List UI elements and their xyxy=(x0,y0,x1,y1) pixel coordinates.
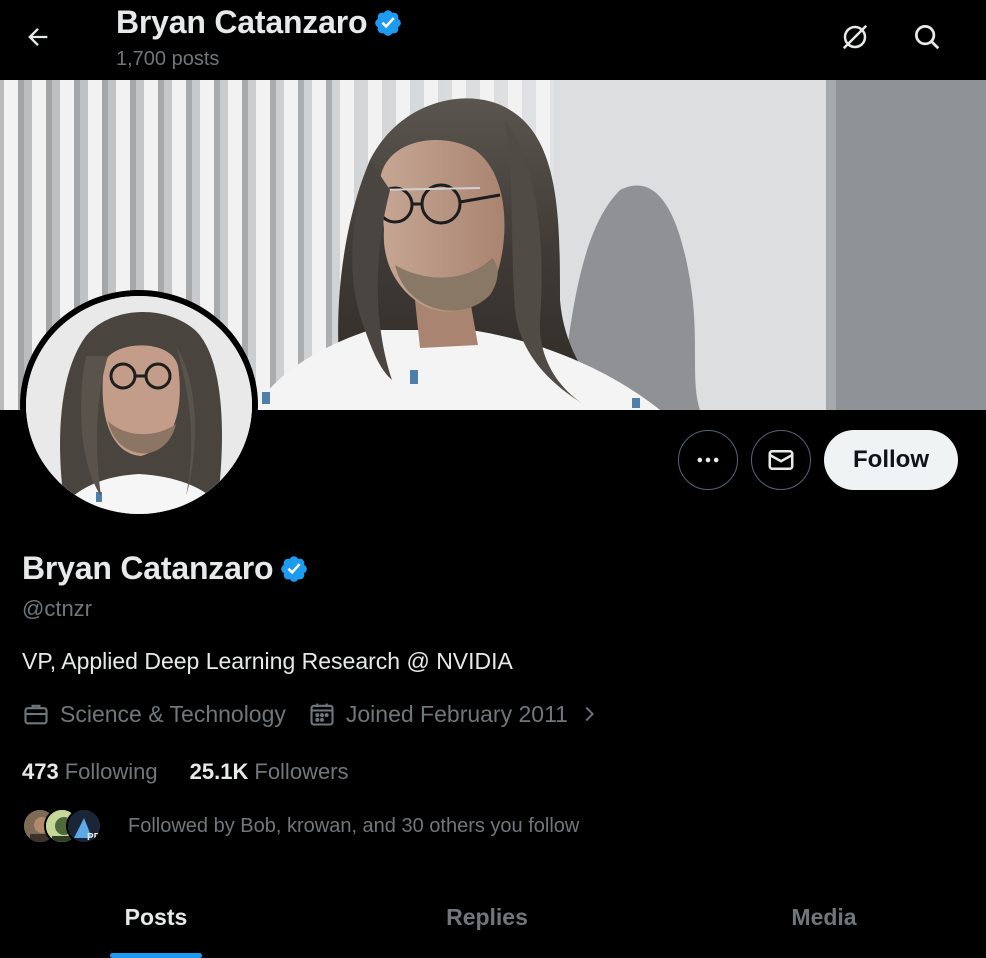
header-title-row: Bryan Catanzaro xyxy=(116,4,403,41)
followed-by-row[interactable]: PR Followed by Bob, krowan, and 30 other… xyxy=(22,808,579,844)
follower-avatar: PR xyxy=(66,808,102,844)
active-tab-indicator xyxy=(110,953,202,958)
header-post-count: 1,700 posts xyxy=(116,48,220,70)
more-options-button[interactable] xyxy=(678,430,738,490)
profile-avatar[interactable] xyxy=(20,290,258,520)
tab-label: Posts xyxy=(124,903,188,930)
tab-media[interactable]: Media xyxy=(662,876,986,958)
profile-name-row: Bryan Catanzaro xyxy=(22,550,309,587)
chevron-right-icon xyxy=(585,706,594,722)
follow-button[interactable]: Follow xyxy=(824,430,958,490)
tab-label: Media xyxy=(791,903,857,930)
more-dots-icon xyxy=(697,457,719,463)
briefcase-icon xyxy=(24,704,48,725)
search-icon xyxy=(915,25,940,50)
verified-badge-icon[interactable] xyxy=(279,554,309,584)
following-link[interactable]: 473 Following xyxy=(22,759,158,785)
tab-label: Replies xyxy=(446,903,528,930)
profile-tabs: Posts Replies Media xyxy=(0,876,986,958)
svg-text:PR: PR xyxy=(87,832,102,843)
envelope-icon xyxy=(768,450,794,470)
verified-badge-icon xyxy=(375,9,402,36)
joined-label: Joined February 2011 xyxy=(345,700,568,727)
followed-by-text: Followed by Bob, krowan, and 30 others y… xyxy=(128,814,580,837)
back-arrow-icon xyxy=(28,28,48,46)
message-button[interactable] xyxy=(751,430,811,490)
profile-name: Bryan Catanzaro xyxy=(22,550,274,586)
followers-link[interactable]: 25.1K Followers xyxy=(190,759,349,785)
top-bar: Bryan Catanzaro 1,700 posts xyxy=(0,0,986,80)
following-count: 473 xyxy=(22,759,59,784)
no-sparkle-icon xyxy=(842,24,868,50)
following-label: Following xyxy=(64,759,158,784)
profile-stats: 473 Following 25.1K Followers xyxy=(22,759,349,785)
search-button[interactable] xyxy=(904,14,950,60)
header-title: Bryan Catanzaro xyxy=(116,4,368,40)
profile-category: Science & Technology xyxy=(22,700,286,728)
back-button[interactable] xyxy=(14,14,62,60)
avatar-photo xyxy=(26,296,252,514)
followers-count: 25.1K xyxy=(189,759,249,784)
followers-label: Followers xyxy=(254,759,349,784)
tab-posts[interactable]: Posts xyxy=(0,876,312,958)
profile-handle: @ctnzr xyxy=(22,596,93,621)
profile-meta: Science & Technology Joined February 201… xyxy=(22,700,600,728)
profile-joined[interactable]: Joined February 2011 xyxy=(308,700,600,728)
tab-replies[interactable]: Replies xyxy=(312,876,662,958)
grok-button[interactable] xyxy=(832,14,878,60)
calendar-icon xyxy=(310,703,334,726)
category-label: Science & Technology xyxy=(60,700,286,727)
profile-bio: VP, Applied Deep Learning Research @ NVI… xyxy=(22,648,513,674)
